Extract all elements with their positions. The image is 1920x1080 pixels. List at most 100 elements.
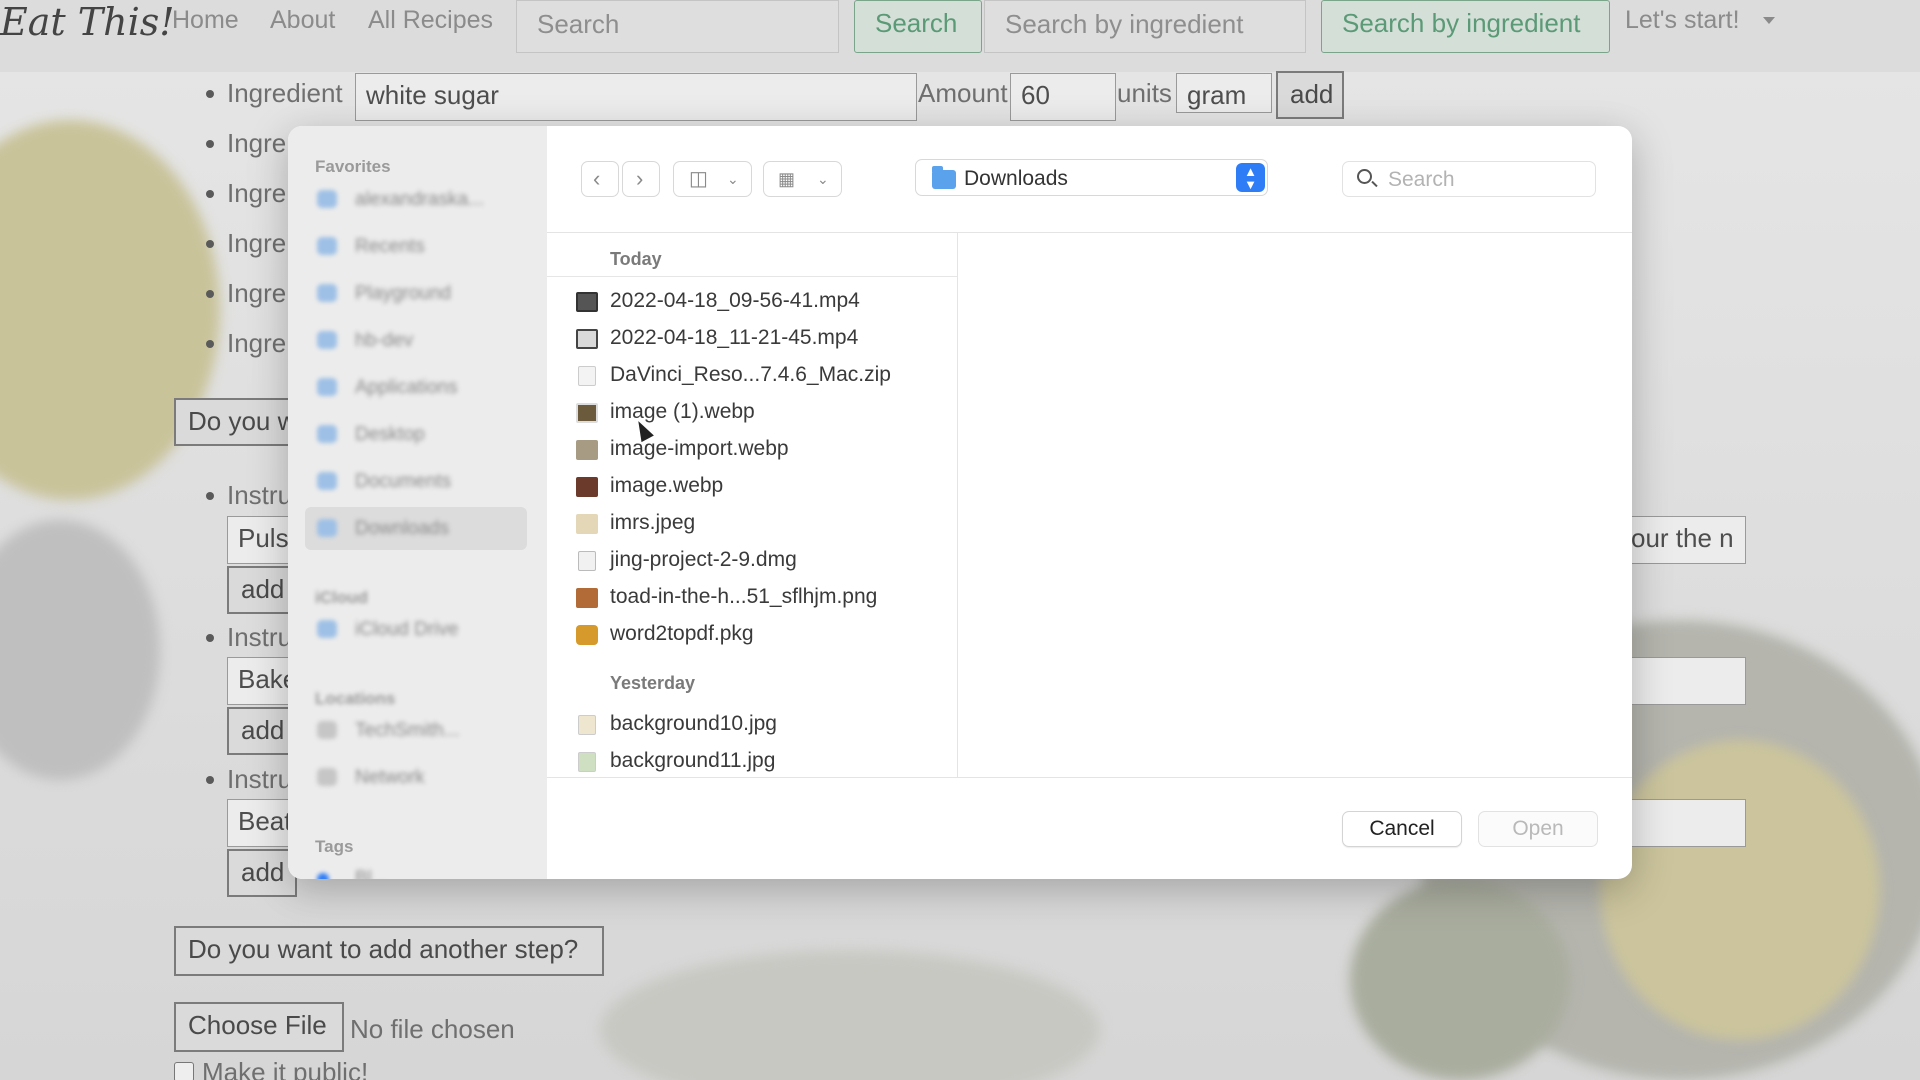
ingredient-label: Ingre [227,128,287,158]
sidebar-item-recents[interactable]: Recents [315,225,527,268]
add-ingredient-button[interactable]: add [1276,71,1344,119]
amount-input[interactable]: 60 [1010,73,1116,121]
package-icon [576,625,598,645]
file-name: image.webp [610,474,724,497]
location-popup[interactable]: Downloads ▲ ▼ [915,159,1268,196]
add-instruction-button[interactable]: add [227,849,297,897]
add-instruction-button[interactable]: add [227,566,297,614]
units-label: units [1117,78,1172,108]
add-ingredient-question-button[interactable]: Do you w [174,398,304,446]
sidebar-item-label: alexandraska... [355,189,484,210]
nav-start-menu[interactable]: Let's start! [1625,6,1740,35]
folder-icon [317,331,337,349]
file-row[interactable]: image-import.webp [547,432,957,469]
sidebar-item-hb-dev[interactable]: hb-dev [315,319,527,362]
section-divider [547,276,957,277]
nav-about-link[interactable]: About [270,6,335,35]
list-bullet [206,340,214,348]
grid-icon: ▦ [778,169,796,189]
open-button[interactable]: Open [1478,811,1598,847]
nav-ingredient-input[interactable]: Search by ingredient [984,0,1306,53]
group-by-button[interactable]: ▦ ⌄ [763,161,842,197]
background-photo-shadow [0,520,160,780]
instruction-label: Instru [227,480,293,510]
sidebar-item-icloud-drive[interactable]: iCloud Drive [315,608,527,651]
choose-file-button[interactable]: Choose File [174,1002,344,1052]
sidebar-item-applications[interactable]: Applications [315,366,527,409]
file-row[interactable]: 2022-04-18_09-56-41.mp4 [547,284,957,321]
file-row[interactable]: toad-in-the-h...51_sflhjm.png [547,580,957,617]
file-list-column[interactable]: Today 2022-04-18_09-56-41.mp4 2022-04-18… [547,233,958,777]
video-file-icon [576,329,598,349]
nav-all-recipes-link[interactable]: All Recipes [368,6,493,35]
file-name: image (1).webp [610,400,755,423]
no-file-text: No file chosen [350,1014,515,1044]
file-name: jing-project-2-9.dmg [610,548,797,571]
sidebar-item-documents[interactable]: Documents [315,460,527,503]
file-row[interactable]: 2022-04-18_11-21-45.mp4 [547,321,957,358]
add-instruction-button[interactable]: add [227,707,297,755]
instruction-input-end[interactable] [1620,799,1746,847]
nav-ingredient-search-button[interactable]: Search by ingredient [1321,0,1610,53]
sidebar-item-label: Recents [355,236,425,257]
unit-select[interactable]: gram [1176,73,1272,113]
forward-button[interactable]: › [622,161,660,197]
sidebar-item-label: Network [355,767,425,788]
sidebar-item-network[interactable]: Network [315,756,527,799]
sidebar-item-home[interactable]: alexandraska... [315,178,527,221]
file-row[interactable]: background11.jpg [547,744,957,777]
nav-search-button[interactable]: Search [854,0,982,53]
sidebar-item-desktop[interactable]: Desktop [315,413,527,456]
back-button[interactable]: ‹ [581,161,619,197]
file-row[interactable]: DaVinci_Reso...7.4.6_Mac.zip [547,358,957,395]
file-row[interactable]: word2topdf.pkg [547,617,957,654]
sidebar-item-label: Bl... [355,868,388,879]
list-bullet [206,634,214,642]
nav-home-link[interactable]: Home [172,6,239,35]
cloud-icon [317,620,337,638]
chevron-left-icon: ‹ [593,166,601,191]
file-row[interactable]: background10.jpg [547,707,957,744]
image-file-icon [576,440,598,460]
file-name: 2022-04-18_11-21-45.mp4 [610,326,859,349]
sidebar-item-downloads[interactable]: Downloads [305,507,527,550]
downloads-icon [317,519,337,537]
clock-icon [317,237,337,255]
section-header-today: Today [610,249,662,269]
search-icon [1357,169,1372,184]
file-row[interactable]: image.webp [547,469,957,506]
cancel-button[interactable]: Cancel [1342,811,1462,847]
file-name: background10.jpg [610,712,777,735]
brand-logo[interactable]: Eat This! [0,0,175,44]
ingredient-label: Ingre [227,178,287,208]
add-step-button[interactable]: Do you want to add another step? [174,926,604,976]
drive-icon [317,721,337,739]
file-row[interactable]: imrs.jpeg [547,506,957,543]
ingredient-label: Ingre [227,328,287,358]
sidebar-item-label: hb-dev [355,330,414,351]
file-name: background11.jpg [610,749,776,772]
sidebar-item-tag[interactable]: Bl... [315,857,527,879]
nav-search-input[interactable]: Search [516,0,839,53]
instruction-input-fragment[interactable]: our the n [1620,516,1746,564]
dialog-search-field[interactable]: Search [1342,161,1596,197]
file-row[interactable]: jing-project-2-9.dmg [547,543,957,580]
chevron-down-icon: ⌄ [817,171,829,187]
applications-icon [317,378,337,396]
list-bullet [206,90,214,98]
instruction-input-end[interactable] [1620,657,1746,705]
globe-icon [317,768,337,786]
desktop-icon [317,425,337,443]
instruction-label: Instru [227,764,293,794]
image-file-icon [576,514,598,534]
image-file-icon [576,403,598,423]
ingredient-name-input[interactable]: white sugar [355,73,917,121]
chevron-down-icon: ⌄ [727,171,739,187]
sidebar-item-techsmith[interactable]: TechSmith... [315,709,527,752]
public-checkbox[interactable] [174,1062,194,1080]
locations-heading: Locations [315,689,396,708]
file-row[interactable]: image (1).webp [547,395,957,432]
up-down-arrows-icon: ▲ ▼ [1236,163,1265,192]
sidebar-item-playground[interactable]: Playground [315,272,527,315]
column-view-button[interactable]: ◫ ⌄ [673,161,752,197]
